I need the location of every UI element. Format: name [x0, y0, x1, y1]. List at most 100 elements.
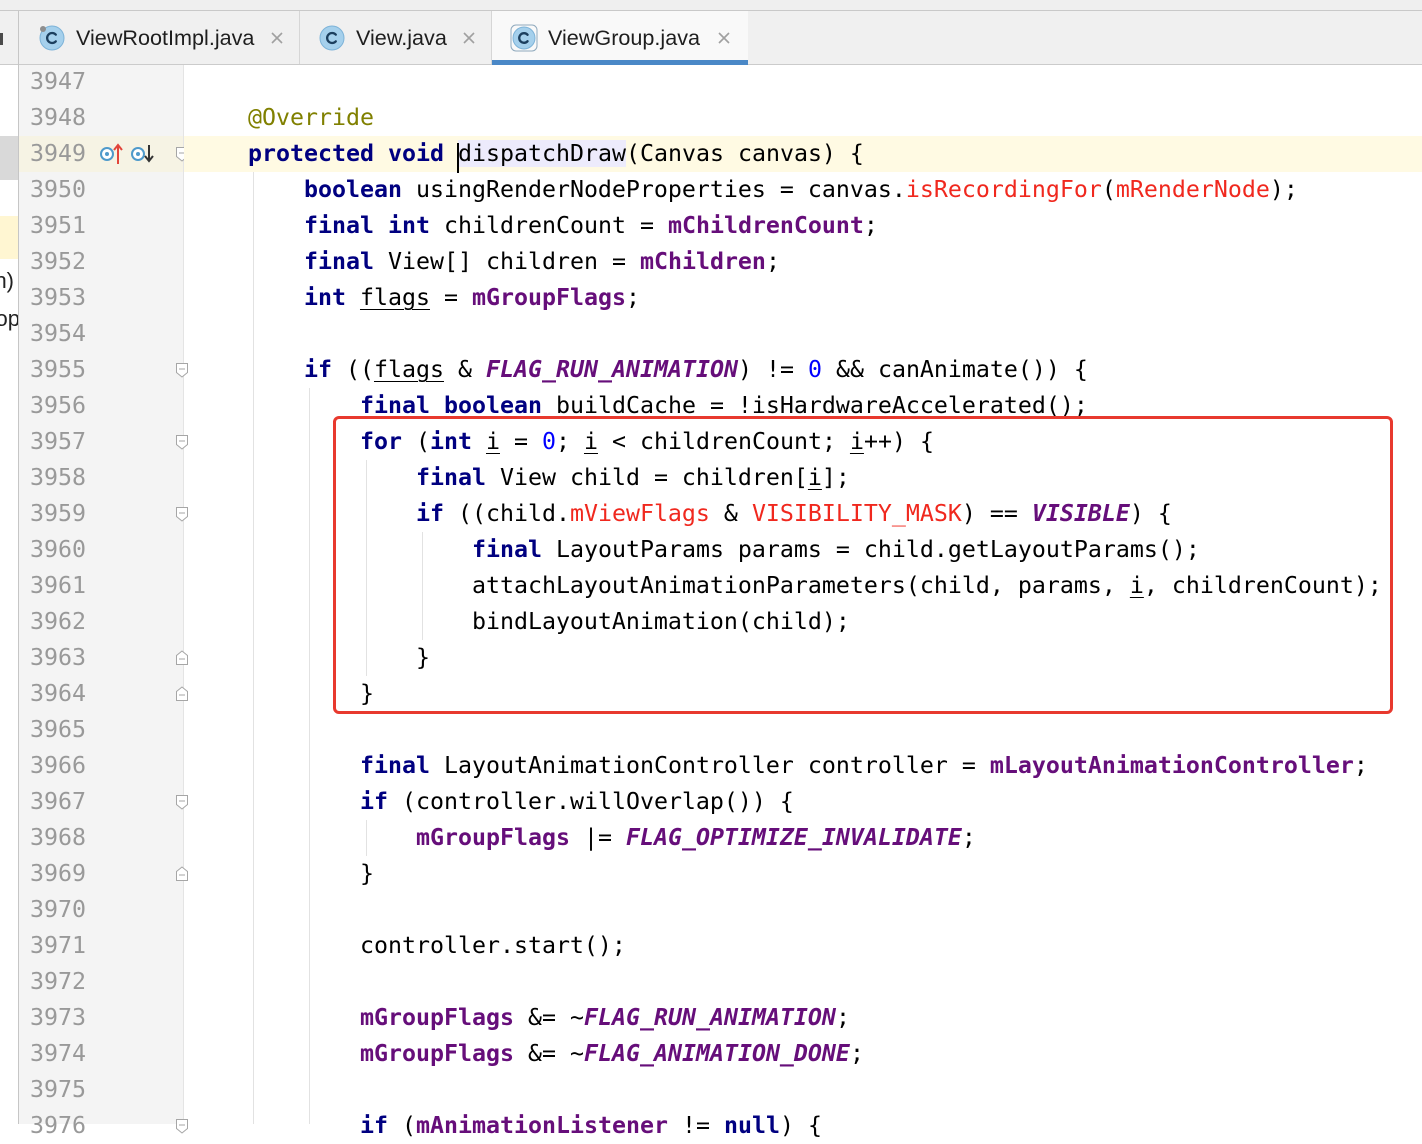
gutter-row[interactable]: 3975: [19, 1072, 183, 1108]
code-line[interactable]: controller.start();: [184, 928, 1422, 964]
code-line[interactable]: int flags = mGroupFlags;: [184, 280, 1422, 316]
keyword: null: [723, 1112, 780, 1139]
code-line[interactable]: [184, 712, 1422, 748]
panel-selected-item[interactable]: [0, 136, 18, 180]
code-text: usingRenderNodeProperties = canvas.: [401, 176, 906, 203]
panel-text-fragment: op: [0, 306, 19, 331]
tab-view[interactable]: View.java: [300, 11, 492, 64]
panel-text-fragment: n): [0, 268, 14, 293]
gutter-row[interactable]: 3972: [19, 964, 183, 1000]
gutter-row[interactable]: 3955: [19, 352, 188, 388]
gutter-row[interactable]: 3962: [19, 604, 183, 640]
code-line[interactable]: if (controller.willOverlap()) {: [184, 784, 1422, 820]
gutter-row[interactable]: 3963: [19, 640, 188, 676]
code-text: &: [443, 356, 486, 383]
keyword: final: [359, 392, 430, 419]
field-reference: mLayoutAnimationController: [989, 752, 1354, 779]
panel-highlighted-item[interactable]: [0, 216, 18, 259]
line-number: 3970: [30, 896, 86, 923]
close-icon[interactable]: [269, 30, 285, 46]
code-line[interactable]: if ((flags & FLAG_RUN_ANIMATION) != 0 &&…: [184, 352, 1422, 388]
gutter-row[interactable]: 3952: [19, 244, 183, 280]
code-line[interactable]: @Override: [184, 100, 1422, 136]
gutter-row[interactable]: 3976: [19, 1108, 188, 1144]
code-text: ((: [331, 356, 374, 383]
code-line[interactable]: final View[] children = mChildren;: [184, 244, 1422, 280]
code-line[interactable]: mGroupFlags &= ~FLAG_ANIMATION_DONE;: [184, 1036, 1422, 1072]
gutter-row[interactable]: 3969: [19, 856, 188, 892]
gutter-row[interactable]: 3965: [19, 712, 183, 748]
code-line[interactable]: final int childrenCount = mChildrenCount…: [184, 208, 1422, 244]
overrides-method-icon[interactable]: [99, 141, 125, 167]
gutter-row[interactable]: 3971: [19, 928, 183, 964]
keyword: final: [303, 212, 374, 239]
code-text: ;: [765, 248, 780, 275]
code-line[interactable]: protected void dispatchDraw(Canvas canva…: [184, 136, 1422, 172]
gutter-row[interactable]: 3970: [19, 892, 183, 928]
tab-viewrootimpl[interactable]: ViewRootImpl.java: [19, 11, 300, 64]
gutter-row[interactable]: 3958: [19, 460, 183, 496]
field-reference: mChildren: [639, 248, 766, 275]
keyword: int: [303, 284, 346, 311]
gutter-row[interactable]: 3949: [19, 136, 188, 172]
gutter-row[interactable]: 3954: [19, 316, 183, 352]
keyword: void: [387, 140, 444, 167]
static-constant: FLAG_ANIMATION_DONE: [583, 1040, 850, 1067]
static-constant: FLAG_OPTIMIZE_INVALIDATE: [625, 824, 962, 851]
overridden-method-icon[interactable]: [130, 141, 156, 167]
keyword: boolean: [303, 176, 402, 203]
keyword: if: [359, 1112, 388, 1139]
code-text: &= ~: [513, 1004, 584, 1031]
code-text: (Canvas canvas) {: [625, 140, 864, 167]
tab-viewgroup[interactable]: ViewGroup.java: [492, 11, 748, 65]
gutter-row[interactable]: 3953: [19, 280, 183, 316]
code-text: ;: [863, 212, 878, 239]
annotation: @Override: [248, 104, 374, 131]
code-text: ;: [1353, 752, 1368, 779]
left-tool-panel: n) op: [0, 11, 19, 1124]
gutter-row[interactable]: 3960: [19, 532, 183, 568]
code-line[interactable]: [184, 964, 1422, 1000]
gutter-row[interactable]: 3964: [19, 676, 188, 712]
gutter-row[interactable]: 3966: [19, 748, 183, 784]
code-line[interactable]: }: [184, 856, 1422, 892]
gutter-row[interactable]: 3947: [19, 64, 183, 100]
gutter-row[interactable]: 3951: [19, 208, 183, 244]
gutter-row[interactable]: 3948: [19, 100, 183, 136]
code-line[interactable]: final LayoutAnimationController controll…: [184, 748, 1422, 784]
gutter-row[interactable]: 3950: [19, 172, 183, 208]
code-line[interactable]: [184, 316, 1422, 352]
code-line[interactable]: mGroupFlags &= ~FLAG_RUN_ANIMATION;: [184, 1000, 1422, 1036]
gutter-row[interactable]: 3957: [19, 424, 188, 460]
code-line[interactable]: if (mAnimationListener != null) {: [184, 1108, 1422, 1144]
java-class-icon: [38, 24, 66, 52]
close-icon[interactable]: [461, 30, 477, 46]
close-icon[interactable]: [716, 30, 732, 46]
line-number: 3953: [30, 284, 86, 311]
code-line[interactable]: [184, 892, 1422, 928]
code-line[interactable]: boolean usingRenderNodeProperties = canv…: [184, 172, 1422, 208]
code-text: ) !=: [737, 356, 808, 383]
tab-overflow-area[interactable]: [0, 11, 18, 65]
tab-overflow-marker[interactable]: [0, 33, 3, 45]
code-text: ;: [835, 1004, 850, 1031]
static-constant: FLAG_RUN_ANIMATION: [583, 1004, 836, 1031]
gutter-row[interactable]: 3956: [19, 388, 183, 424]
gutter-row[interactable]: 3967: [19, 784, 188, 820]
gutter-row[interactable]: 3968: [19, 820, 183, 856]
code-line[interactable]: mGroupFlags |= FLAG_OPTIMIZE_INVALIDATE;: [184, 820, 1422, 856]
gutter-row[interactable]: 3974: [19, 1036, 183, 1072]
gutter-row[interactable]: 3959: [19, 496, 188, 532]
code-line[interactable]: [184, 64, 1422, 100]
gutter-row[interactable]: 3961: [19, 568, 183, 604]
code-line[interactable]: [184, 1072, 1422, 1108]
gutter-row[interactable]: 3973: [19, 1000, 183, 1036]
